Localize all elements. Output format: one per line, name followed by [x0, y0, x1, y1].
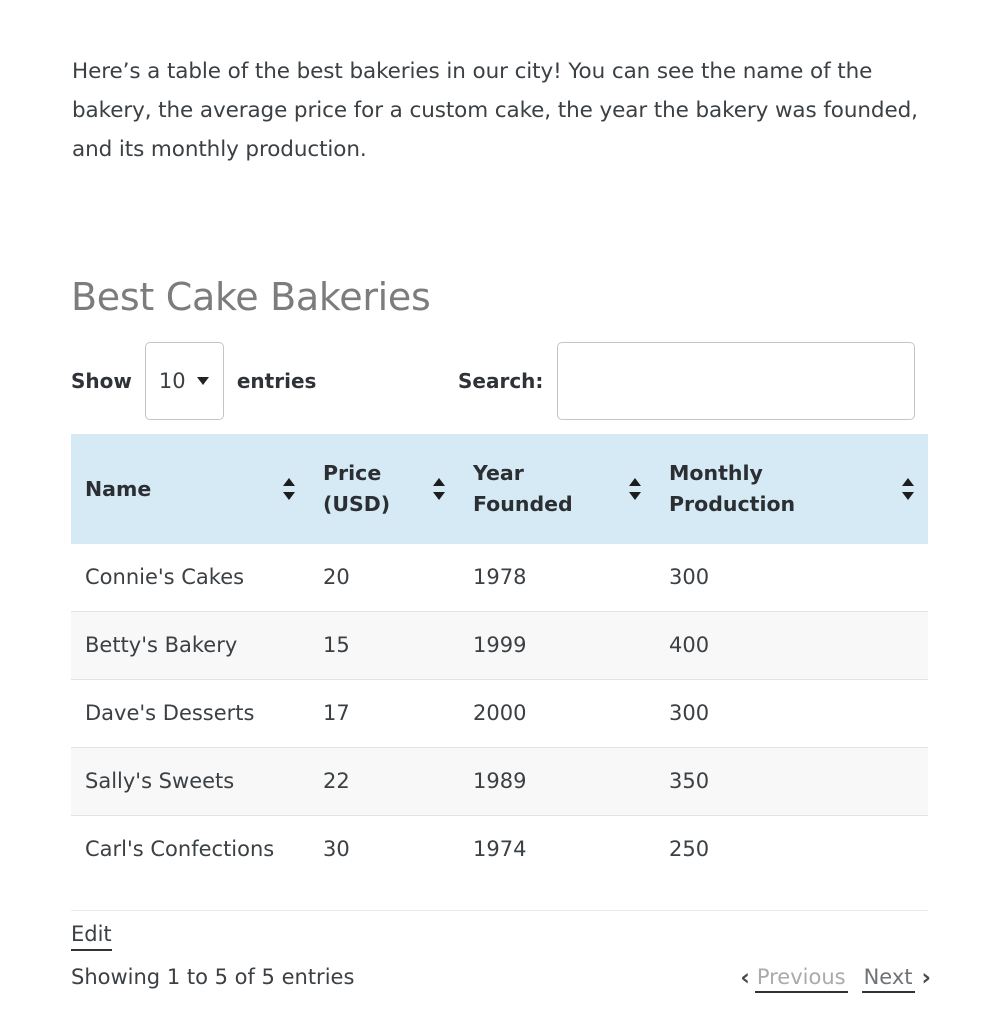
table-row[interactable]: Connie's Cakes 20 1978 300: [71, 544, 928, 612]
cell-production: 250: [655, 815, 928, 883]
cell-year: 1989: [459, 747, 655, 816]
search-control: Search:: [458, 340, 916, 422]
cell-year: 1974: [459, 815, 655, 883]
entries-per-page-value: 10: [158, 369, 186, 393]
column-header-year-founded[interactable]: Year Founded: [459, 434, 655, 544]
search-input[interactable]: [557, 342, 916, 420]
cell-year: 2000: [459, 679, 655, 748]
sort-both-icon[interactable]: [902, 478, 914, 500]
previous-page-label: Previous: [754, 963, 848, 993]
table-row[interactable]: Betty's Bakery 15 1999 400: [71, 611, 928, 680]
sort-both-icon[interactable]: [283, 478, 295, 500]
cell-production: 300: [655, 679, 928, 748]
column-header-price-label: Price (USD): [323, 461, 391, 516]
cell-price: 15: [309, 611, 459, 680]
cell-price: 30: [309, 815, 459, 883]
cell-year: 1999: [459, 611, 655, 680]
cell-name: Sally's Sweets: [71, 747, 309, 816]
table-controls: Show 10 entries Search:: [71, 340, 928, 422]
search-label: Search:: [458, 369, 544, 393]
pagination: ‹ Previous Next ›: [740, 963, 931, 993]
cell-production: 300: [655, 544, 928, 612]
cell-name: Connie's Cakes: [71, 544, 309, 612]
column-header-price[interactable]: Price (USD): [309, 434, 459, 544]
table-row[interactable]: Dave's Desserts 17 2000 300: [71, 679, 928, 748]
sort-both-icon[interactable]: [629, 478, 641, 500]
chevron-left-icon: ‹: [740, 964, 750, 991]
column-header-name-label: Name: [85, 476, 152, 501]
chevron-down-icon: [196, 377, 209, 385]
table-footer: Edit Showing 1 to 5 of 5 entries ‹ Previ…: [71, 910, 931, 1029]
table-body: Connie's Cakes 20 1978 300 Betty's Baker…: [71, 544, 928, 883]
edit-link[interactable]: Edit: [71, 919, 112, 951]
cell-name: Betty's Bakery: [71, 611, 309, 680]
cell-production: 400: [655, 611, 928, 680]
cell-name: Dave's Desserts: [71, 679, 309, 748]
length-suffix-label: entries: [236, 369, 317, 393]
column-header-monthly-production[interactable]: Monthly Production: [655, 434, 928, 544]
previous-page-button[interactable]: ‹ Previous: [740, 963, 848, 993]
cell-price: 17: [309, 679, 459, 748]
cell-price: 22: [309, 747, 459, 816]
page-root: Here’s a table of the best bakeries in o…: [0, 0, 987, 1024]
table-row[interactable]: Carl's Confections 30 1974 250: [71, 815, 928, 883]
table-row[interactable]: Sally's Sweets 22 1989 350: [71, 747, 928, 816]
column-header-name[interactable]: Name: [71, 434, 309, 544]
column-header-year-founded-label: Year Founded: [473, 461, 573, 516]
cell-production: 350: [655, 747, 928, 816]
next-page-label: Next: [861, 963, 915, 993]
table-info: Showing 1 to 5 of 5 entries: [71, 965, 355, 989]
next-page-button[interactable]: Next ›: [861, 963, 931, 993]
length-label: Show: [71, 369, 132, 393]
cell-year: 1978: [459, 544, 655, 612]
page-title: Best Cake Bakeries: [71, 275, 431, 320]
table-header: Name Price (USD) Year Founded Monthly Pr…: [71, 434, 928, 544]
column-header-monthly-production-label: Monthly Production: [669, 461, 796, 516]
bakeries-table: Name Price (USD) Year Founded Monthly Pr…: [71, 434, 928, 883]
sort-both-icon[interactable]: [433, 478, 445, 500]
chevron-right-icon: ›: [921, 964, 931, 991]
entries-per-page-select[interactable]: 10: [144, 342, 224, 420]
cell-name: Carl's Confections: [71, 815, 309, 883]
length-control: Show 10 entries: [71, 340, 316, 422]
intro-paragraph: Here’s a table of the best bakeries in o…: [72, 58, 918, 162]
cell-price: 20: [309, 544, 459, 612]
table-header-row: Name Price (USD) Year Founded Monthly Pr…: [71, 434, 928, 544]
